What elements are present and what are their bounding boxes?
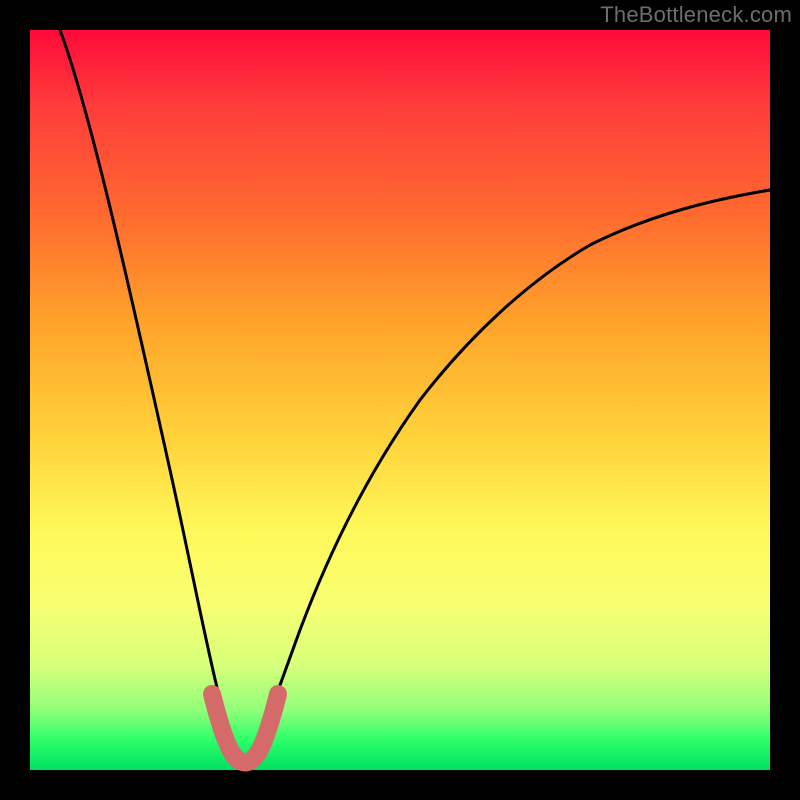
chart-stage: TheBottleneck.com <box>0 0 800 800</box>
bottleneck-curve <box>60 30 770 759</box>
highlight-V <box>212 694 278 763</box>
plot-area <box>30 30 770 770</box>
curve-layer <box>30 30 770 770</box>
watermark-text: TheBottleneck.com <box>600 2 792 28</box>
